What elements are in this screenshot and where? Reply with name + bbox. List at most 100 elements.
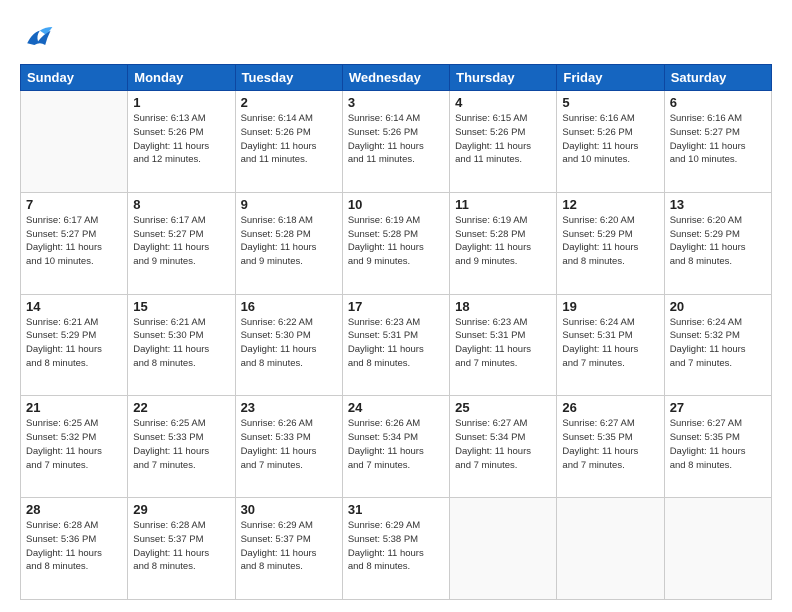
- day-info: Sunrise: 6:14 AM Sunset: 5:26 PM Dayligh…: [241, 112, 337, 167]
- day-info: Sunrise: 6:14 AM Sunset: 5:26 PM Dayligh…: [348, 112, 444, 167]
- calendar-week-row: 7 Sunrise: 6:17 AM Sunset: 5:27 PM Daylig…: [21, 192, 772, 294]
- calendar-cell: 30 Sunrise: 6:29 AM Sunset: 5:37 PM Dayli…: [235, 498, 342, 600]
- calendar-cell: 8Sunrise: 6:17 AM Sunset: 5:27 PM Daylig…: [128, 192, 235, 294]
- day-number: 6: [670, 95, 766, 110]
- day-info: Sunrise: 6:21 AM Sunset: 5:30 PM Dayligh…: [133, 316, 229, 371]
- day-number: 3: [348, 95, 444, 110]
- calendar-week-row: 14 Sunrise: 6:21 AM Sunset: 5:29 PM Dayli…: [21, 294, 772, 396]
- day-info: Sunrise: 6:24 AM Sunset: 5:32 PM Dayligh…: [670, 316, 766, 371]
- day-number: 19: [562, 299, 658, 314]
- calendar-cell: 20 Sunrise: 6:24 AM Sunset: 5:32 PM Dayli…: [664, 294, 771, 396]
- day-info: Sunrise: 6:23 AM Sunset: 5:31 PM Dayligh…: [455, 316, 551, 371]
- day-info: Sunrise: 6:19 AM Sunset: 5:28 PM Dayligh…: [455, 214, 551, 269]
- calendar-cell: 28 Sunrise: 6:28 AM Sunset: 5:36 PM Dayli…: [21, 498, 128, 600]
- calendar-cell: 1 Sunrise: 6:13 AM Sunset: 5:26 PM Daylig…: [128, 91, 235, 193]
- day-info: Sunrise: 6:21 AM Sunset: 5:29 PM Dayligh…: [26, 316, 122, 371]
- day-number: 24: [348, 400, 444, 415]
- logo: [20, 18, 60, 54]
- day-info: Sunrise: 6:18 AM Sunset: 5:28 PM Dayligh…: [241, 214, 337, 269]
- day-number: 8: [133, 197, 229, 212]
- calendar-week-row: 1 Sunrise: 6:13 AM Sunset: 5:26 PM Daylig…: [21, 91, 772, 193]
- calendar-cell: 11 Sunrise: 6:19 AM Sunset: 5:28 PM Dayli…: [450, 192, 557, 294]
- calendar-cell: 29 Sunrise: 6:28 AM Sunset: 5:37 PM Dayli…: [128, 498, 235, 600]
- calendar-cell: 3 Sunrise: 6:14 AM Sunset: 5:26 PM Daylig…: [342, 91, 449, 193]
- calendar-cell: 6 Sunrise: 6:16 AM Sunset: 5:27 PM Daylig…: [664, 91, 771, 193]
- day-number: 14: [26, 299, 122, 314]
- calendar-cell: 13 Sunrise: 6:20 AM Sunset: 5:29 PM Dayli…: [664, 192, 771, 294]
- day-number: 13: [670, 197, 766, 212]
- day-number: 29: [133, 502, 229, 517]
- weekday-header-row: SundayMondayTuesdayWednesdayThursdayFrid…: [21, 65, 772, 91]
- calendar-cell: 10Sunrise: 6:19 AM Sunset: 5:28 PM Dayli…: [342, 192, 449, 294]
- logo-bird-icon: [20, 18, 56, 54]
- calendar-cell: 16Sunrise: 6:22 AM Sunset: 5:30 PM Dayli…: [235, 294, 342, 396]
- calendar-table: SundayMondayTuesdayWednesdayThursdayFrid…: [20, 64, 772, 600]
- day-number: 15: [133, 299, 229, 314]
- day-info: Sunrise: 6:29 AM Sunset: 5:37 PM Dayligh…: [241, 519, 337, 574]
- calendar-cell: 23 Sunrise: 6:26 AM Sunset: 5:33 PM Dayli…: [235, 396, 342, 498]
- day-info: Sunrise: 6:20 AM Sunset: 5:29 PM Dayligh…: [670, 214, 766, 269]
- calendar-cell: 5 Sunrise: 6:16 AM Sunset: 5:26 PM Daylig…: [557, 91, 664, 193]
- calendar-cell: 4 Sunrise: 6:15 AM Sunset: 5:26 PM Daylig…: [450, 91, 557, 193]
- calendar-body: 1 Sunrise: 6:13 AM Sunset: 5:26 PM Daylig…: [21, 91, 772, 600]
- calendar-cell: 12 Sunrise: 6:20 AM Sunset: 5:29 PM Dayli…: [557, 192, 664, 294]
- weekday-header-thursday: Thursday: [450, 65, 557, 91]
- day-info: Sunrise: 6:20 AM Sunset: 5:29 PM Dayligh…: [562, 214, 658, 269]
- day-number: 1: [133, 95, 229, 110]
- calendar-cell: 24 Sunrise: 6:26 AM Sunset: 5:34 PM Dayli…: [342, 396, 449, 498]
- calendar-cell: [557, 498, 664, 600]
- day-info: Sunrise: 6:24 AM Sunset: 5:31 PM Dayligh…: [562, 316, 658, 371]
- calendar-cell: 7 Sunrise: 6:17 AM Sunset: 5:27 PM Daylig…: [21, 192, 128, 294]
- day-info: Sunrise: 6:28 AM Sunset: 5:37 PM Dayligh…: [133, 519, 229, 574]
- day-info: Sunrise: 6:27 AM Sunset: 5:35 PM Dayligh…: [670, 417, 766, 472]
- calendar-week-row: 28 Sunrise: 6:28 AM Sunset: 5:36 PM Dayli…: [21, 498, 772, 600]
- day-number: 12: [562, 197, 658, 212]
- calendar-cell: [21, 91, 128, 193]
- calendar-cell: 27 Sunrise: 6:27 AM Sunset: 5:35 PM Dayli…: [664, 396, 771, 498]
- weekday-header-monday: Monday: [128, 65, 235, 91]
- day-number: 4: [455, 95, 551, 110]
- day-number: 22: [133, 400, 229, 415]
- day-number: 25: [455, 400, 551, 415]
- weekday-header-friday: Friday: [557, 65, 664, 91]
- day-number: 27: [670, 400, 766, 415]
- day-info: Sunrise: 6:13 AM Sunset: 5:26 PM Dayligh…: [133, 112, 229, 167]
- calendar-cell: 26 Sunrise: 6:27 AM Sunset: 5:35 PM Dayli…: [557, 396, 664, 498]
- calendar-cell: 31Sunrise: 6:29 AM Sunset: 5:38 PM Dayli…: [342, 498, 449, 600]
- day-number: 9: [241, 197, 337, 212]
- day-info: Sunrise: 6:27 AM Sunset: 5:34 PM Dayligh…: [455, 417, 551, 472]
- calendar-cell: 21 Sunrise: 6:25 AM Sunset: 5:32 PM Dayli…: [21, 396, 128, 498]
- day-number: 5: [562, 95, 658, 110]
- day-number: 7: [26, 197, 122, 212]
- weekday-header-saturday: Saturday: [664, 65, 771, 91]
- day-info: Sunrise: 6:16 AM Sunset: 5:27 PM Dayligh…: [670, 112, 766, 167]
- day-number: 11: [455, 197, 551, 212]
- day-info: Sunrise: 6:17 AM Sunset: 5:27 PM Dayligh…: [26, 214, 122, 269]
- day-info: Sunrise: 6:28 AM Sunset: 5:36 PM Dayligh…: [26, 519, 122, 574]
- day-number: 17: [348, 299, 444, 314]
- calendar-cell: 25 Sunrise: 6:27 AM Sunset: 5:34 PM Dayli…: [450, 396, 557, 498]
- day-number: 21: [26, 400, 122, 415]
- day-info: Sunrise: 6:27 AM Sunset: 5:35 PM Dayligh…: [562, 417, 658, 472]
- calendar-cell: [664, 498, 771, 600]
- day-info: Sunrise: 6:25 AM Sunset: 5:32 PM Dayligh…: [26, 417, 122, 472]
- day-info: Sunrise: 6:16 AM Sunset: 5:26 PM Dayligh…: [562, 112, 658, 167]
- day-number: 18: [455, 299, 551, 314]
- day-number: 31: [348, 502, 444, 517]
- weekday-header-tuesday: Tuesday: [235, 65, 342, 91]
- calendar-cell: 2Sunrise: 6:14 AM Sunset: 5:26 PM Daylig…: [235, 91, 342, 193]
- day-number: 28: [26, 502, 122, 517]
- day-number: 30: [241, 502, 337, 517]
- day-info: Sunrise: 6:26 AM Sunset: 5:33 PM Dayligh…: [241, 417, 337, 472]
- day-number: 23: [241, 400, 337, 415]
- day-info: Sunrise: 6:15 AM Sunset: 5:26 PM Dayligh…: [455, 112, 551, 167]
- weekday-header-sunday: Sunday: [21, 65, 128, 91]
- calendar-cell: 19 Sunrise: 6:24 AM Sunset: 5:31 PM Dayli…: [557, 294, 664, 396]
- day-number: 20: [670, 299, 766, 314]
- calendar-cell: 14 Sunrise: 6:21 AM Sunset: 5:29 PM Dayli…: [21, 294, 128, 396]
- day-number: 26: [562, 400, 658, 415]
- calendar-cell: 9 Sunrise: 6:18 AM Sunset: 5:28 PM Daylig…: [235, 192, 342, 294]
- day-info: Sunrise: 6:26 AM Sunset: 5:34 PM Dayligh…: [348, 417, 444, 472]
- calendar-cell: [450, 498, 557, 600]
- calendar-cell: 15 Sunrise: 6:21 AM Sunset: 5:30 PM Dayli…: [128, 294, 235, 396]
